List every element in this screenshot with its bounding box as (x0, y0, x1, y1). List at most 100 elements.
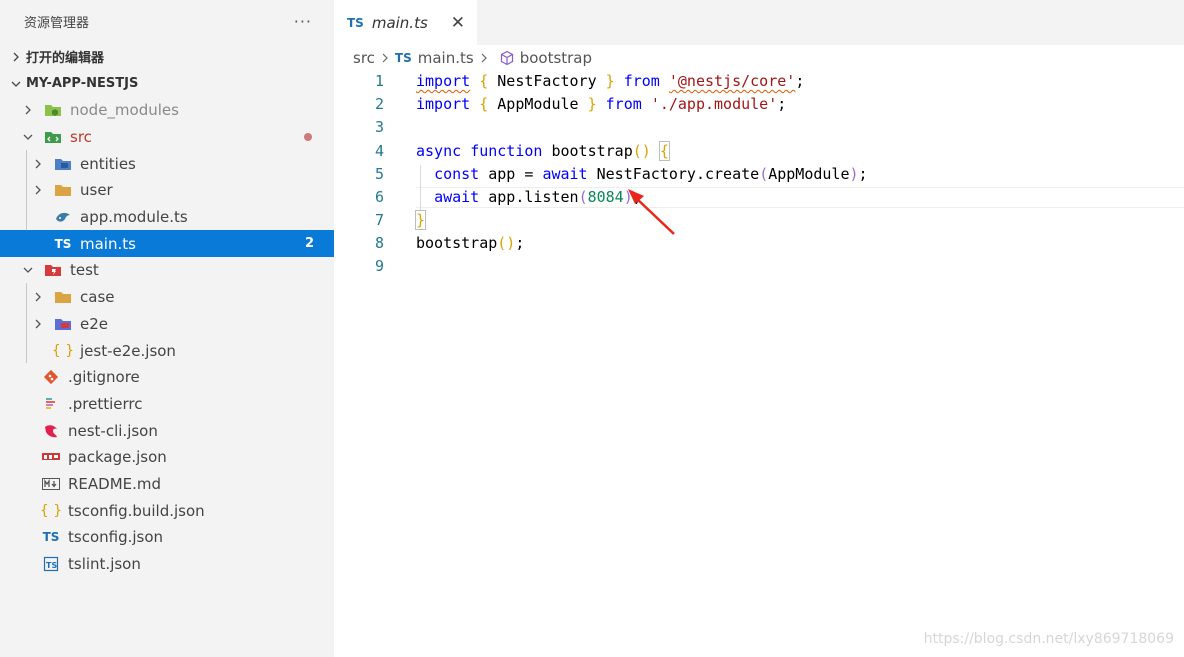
open-editors-section[interactable]: 打开的编辑器 (0, 43, 334, 70)
tree-item-tslint-json[interactable]: TS tslint.json (0, 551, 334, 578)
explorer-sidebar: 资源管理器 ··· 打开的编辑器 MY-APP-NESTJS node_modu… (0, 0, 334, 657)
tree-item-label: case (80, 288, 115, 307)
svg-text:TS: TS (46, 561, 57, 570)
code-token: { (479, 72, 489, 90)
breadcrumb-folder[interactable]: src (353, 49, 375, 67)
project-label: MY-APP-NESTJS (26, 76, 139, 91)
tree-item-label: src (70, 128, 92, 147)
code-token: () (497, 234, 516, 252)
tree-item-main-ts[interactable]: TS main.ts 2 (0, 230, 334, 258)
tree-item-prettierrc[interactable]: .prettierrc (0, 391, 334, 418)
code-token: bootstrap (542, 142, 633, 160)
code-token: ) (849, 165, 859, 183)
chevron-right-icon (30, 292, 46, 302)
tree-item-tsconfig-json[interactable]: TS tsconfig.json (0, 524, 334, 551)
more-actions-icon[interactable]: ··· (294, 12, 312, 31)
code-line-4: async function bootstrap() { (416, 141, 670, 161)
tree-item-readme[interactable]: README.md (0, 471, 334, 498)
close-icon[interactable]: ✕ (451, 13, 465, 33)
chevron-right-icon (30, 159, 46, 169)
breadcrumb-symbol[interactable]: bootstrap (520, 49, 592, 67)
tree-item-label: tslint.json (68, 555, 141, 574)
tree-item-label: README.md (68, 474, 162, 493)
src-folder-icon (44, 129, 62, 145)
folder-icon (54, 182, 72, 198)
npm-icon (42, 449, 60, 465)
line-number: 5 (374, 165, 384, 183)
code-token: await (434, 188, 480, 206)
tree-item-package-json[interactable]: package.json (0, 444, 334, 471)
code-token: NestFactory (488, 72, 606, 90)
tree-item-tsconfig-build-json[interactable]: { } tsconfig.build.json (0, 497, 334, 524)
tree-item-node-modules[interactable]: node_modules (0, 97, 334, 124)
tree-item-src[interactable]: src (0, 124, 334, 151)
node-modules-folder-icon (44, 102, 62, 118)
code-token: ; (858, 165, 868, 183)
method-symbol-icon (499, 50, 515, 66)
code-token: () (632, 142, 651, 160)
test-folder-icon (44, 262, 62, 278)
tree-item-label: tsconfig.json (68, 528, 164, 547)
code-token: ( (759, 165, 769, 183)
e2e-folder-icon (54, 316, 72, 332)
tree-item-label: app.module.ts (80, 208, 188, 227)
code-line-1: import { NestFactory } from '@nestjs/cor… (416, 72, 804, 90)
explorer-title: 资源管理器 (24, 16, 90, 31)
file-tree: node_modules src entities user app.modul… (0, 97, 334, 577)
tree-item-test[interactable]: test (0, 257, 334, 284)
tree-item-label: .gitignore (68, 368, 140, 387)
git-icon (42, 369, 60, 385)
tree-item-label: user (80, 181, 113, 200)
modified-dot-icon (304, 133, 312, 142)
tree-item-e2e[interactable]: e2e (0, 311, 334, 338)
tab-main-ts[interactable]: TS main.ts ✕ (334, 0, 477, 45)
tree-item-user[interactable]: user (0, 177, 334, 204)
tree-item-label: test (70, 261, 99, 280)
tree-item-label: nest-cli.json (68, 421, 158, 440)
code-token: } (587, 95, 597, 113)
tree-item-app-module[interactable]: app.module.ts (0, 204, 334, 231)
prettier-icon (42, 396, 60, 412)
code-token: { (658, 141, 670, 161)
problem-count-badge: 2 (304, 236, 314, 252)
code-token: bootstrap (416, 234, 498, 252)
code-token: { (479, 95, 489, 113)
project-section[interactable]: MY-APP-NESTJS (0, 70, 334, 97)
json-braces-icon: { } (39, 502, 63, 519)
json-braces-icon: { } (51, 342, 75, 359)
tree-item-label: .prettierrc (68, 394, 143, 413)
tree-item-label: entities (80, 154, 136, 173)
line-number: 7 (374, 211, 384, 229)
tree-item-nest-cli-json[interactable]: nest-cli.json (0, 417, 334, 444)
tree-item-entities[interactable]: entities (0, 150, 334, 177)
tab-label: main.ts (371, 13, 428, 32)
chevron-down-icon (20, 265, 36, 275)
tree-item-jest-e2e-json[interactable]: { } jest-e2e.json (0, 337, 334, 364)
breadcrumb-file[interactable]: main.ts (418, 49, 474, 67)
code-token: app.listen (479, 188, 579, 206)
code-token: ; (777, 95, 787, 113)
code-token: const (434, 165, 480, 183)
code-token: NestFactory.create (587, 165, 760, 183)
tree-item-case[interactable]: case (0, 284, 334, 311)
code-token: import (416, 95, 471, 113)
entities-folder-icon (54, 156, 72, 172)
tab-bar: TS main.ts ✕ (334, 0, 1184, 45)
explorer-header: 资源管理器 ··· (0, 0, 334, 43)
line-number: 9 (374, 257, 384, 275)
chevron-down-icon (20, 132, 36, 142)
breadcrumb: src TS main.ts bootstrap (334, 45, 1184, 71)
folder-icon (54, 289, 72, 305)
chevron-right-icon (479, 53, 489, 63)
tree-item-gitignore[interactable]: .gitignore (0, 364, 334, 391)
code-token: ; (795, 72, 805, 90)
typescript-config-icon: TS (42, 530, 60, 545)
code-token: AppModule (488, 95, 588, 113)
code-token: app = (479, 165, 543, 183)
tree-item-label: e2e (80, 314, 109, 333)
port-number: 8084 (587, 188, 624, 206)
chevron-right-icon (380, 53, 390, 63)
code-line-5: const app = await NestFactory.create(App… (416, 165, 868, 183)
code-line-2: import { AppModule } from './app.module'… (416, 95, 786, 113)
tree-item-label: node_modules (70, 101, 179, 120)
